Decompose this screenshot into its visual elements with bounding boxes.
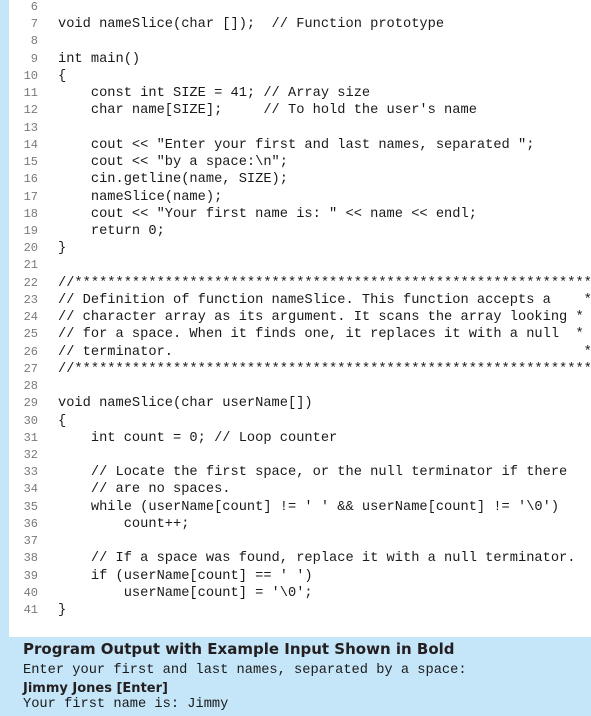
- line-number: 18: [23, 206, 38, 221]
- line-number: 11: [23, 86, 38, 101]
- line-number: 6: [30, 0, 38, 14]
- line-number: 9: [30, 51, 38, 66]
- code-text: const int SIZE = 41; // Array size: [58, 86, 371, 102]
- code-text: // If a space was found, replace it with…: [58, 551, 576, 567]
- line-number: 27: [23, 361, 38, 376]
- output-line-user-input: Jimmy Jones [Enter]: [23, 681, 168, 696]
- line-number: 20: [23, 241, 38, 256]
- line-number: 19: [23, 223, 38, 238]
- line-number: 28: [23, 379, 38, 394]
- line-number: 40: [23, 585, 38, 600]
- code-text: //**************************************…: [58, 275, 591, 291]
- line-number: 35: [23, 499, 38, 514]
- line-number: 38: [23, 551, 38, 566]
- line-number: 21: [23, 258, 38, 273]
- line-number: 10: [23, 68, 38, 83]
- code-text: count++;: [58, 516, 190, 532]
- code-text: char name[SIZE]; // To hold the user's n…: [58, 103, 477, 119]
- line-number: 32: [23, 447, 38, 462]
- line-number: 41: [23, 603, 38, 618]
- line-number: 34: [23, 482, 38, 497]
- code-text: int main(): [58, 51, 141, 67]
- line-number: 24: [23, 310, 38, 325]
- line-number: 22: [23, 275, 38, 290]
- line-number: 12: [23, 103, 38, 118]
- program-output-title: Program Output with Example Input Shown …: [23, 640, 455, 658]
- line-number: 36: [23, 516, 38, 531]
- code-text: // Definition of function nameSlice. Thi…: [58, 292, 591, 308]
- output-line: Your first name is: Jimmy: [23, 697, 229, 712]
- program-output-box: Program Output with Example Input Shown …: [0, 637, 591, 716]
- code-text: cout << "by a space:\n";: [58, 155, 288, 171]
- code-text: // character array as its argument. It s…: [58, 310, 584, 326]
- line-number: 7: [30, 17, 38, 32]
- line-number: 17: [23, 189, 38, 204]
- line-number: 16: [23, 172, 38, 187]
- code-text: cout << "Enter your first and last names…: [58, 137, 535, 153]
- line-number: 37: [23, 534, 38, 549]
- line-number: 39: [23, 568, 38, 583]
- line-number: 15: [23, 155, 38, 170]
- code-text: cin.getline(name, SIZE);: [58, 172, 288, 188]
- line-number: 31: [23, 430, 38, 445]
- code-text: // Locate the first space, or the null t…: [58, 465, 568, 481]
- code-text: void nameSlice(char userName[]): [58, 396, 313, 412]
- accent-bar: [0, 0, 9, 637]
- line-number: 25: [23, 327, 38, 342]
- line-number: 33: [23, 465, 38, 480]
- code-text: nameSlice(name);: [58, 189, 223, 205]
- code-text: {: [58, 68, 67, 84]
- code-text: //**************************************…: [58, 361, 591, 377]
- code-text: if (userName[count] == ' '): [58, 568, 313, 584]
- line-number: 23: [23, 292, 38, 307]
- output-line: Enter your first and last names, separat…: [23, 663, 467, 678]
- line-number: 13: [23, 120, 38, 135]
- code-text: }: [58, 241, 67, 257]
- line-number: 8: [30, 34, 38, 49]
- code-text: // terminator. *: [58, 344, 591, 360]
- code-text: // for a space. When it finds one, it re…: [58, 327, 584, 343]
- code-text: void nameSlice(char []); // Function pro…: [58, 17, 445, 33]
- line-number: 26: [23, 344, 38, 359]
- code-text: }: [58, 603, 67, 619]
- line-number: 29: [23, 396, 38, 411]
- line-number: 14: [23, 137, 38, 152]
- code-text: return 0;: [58, 223, 165, 239]
- code-text: cout << "Your first name is: " << name <…: [58, 206, 477, 222]
- code-text: while (userName[count] != ' ' && userNam…: [58, 499, 560, 515]
- line-number: 30: [23, 413, 38, 428]
- code-text: userName[count] = '\0';: [58, 585, 313, 601]
- code-text: {: [58, 413, 67, 429]
- code-text: int count = 0; // Loop counter: [58, 430, 338, 446]
- code-text: // are no spaces.: [58, 482, 231, 498]
